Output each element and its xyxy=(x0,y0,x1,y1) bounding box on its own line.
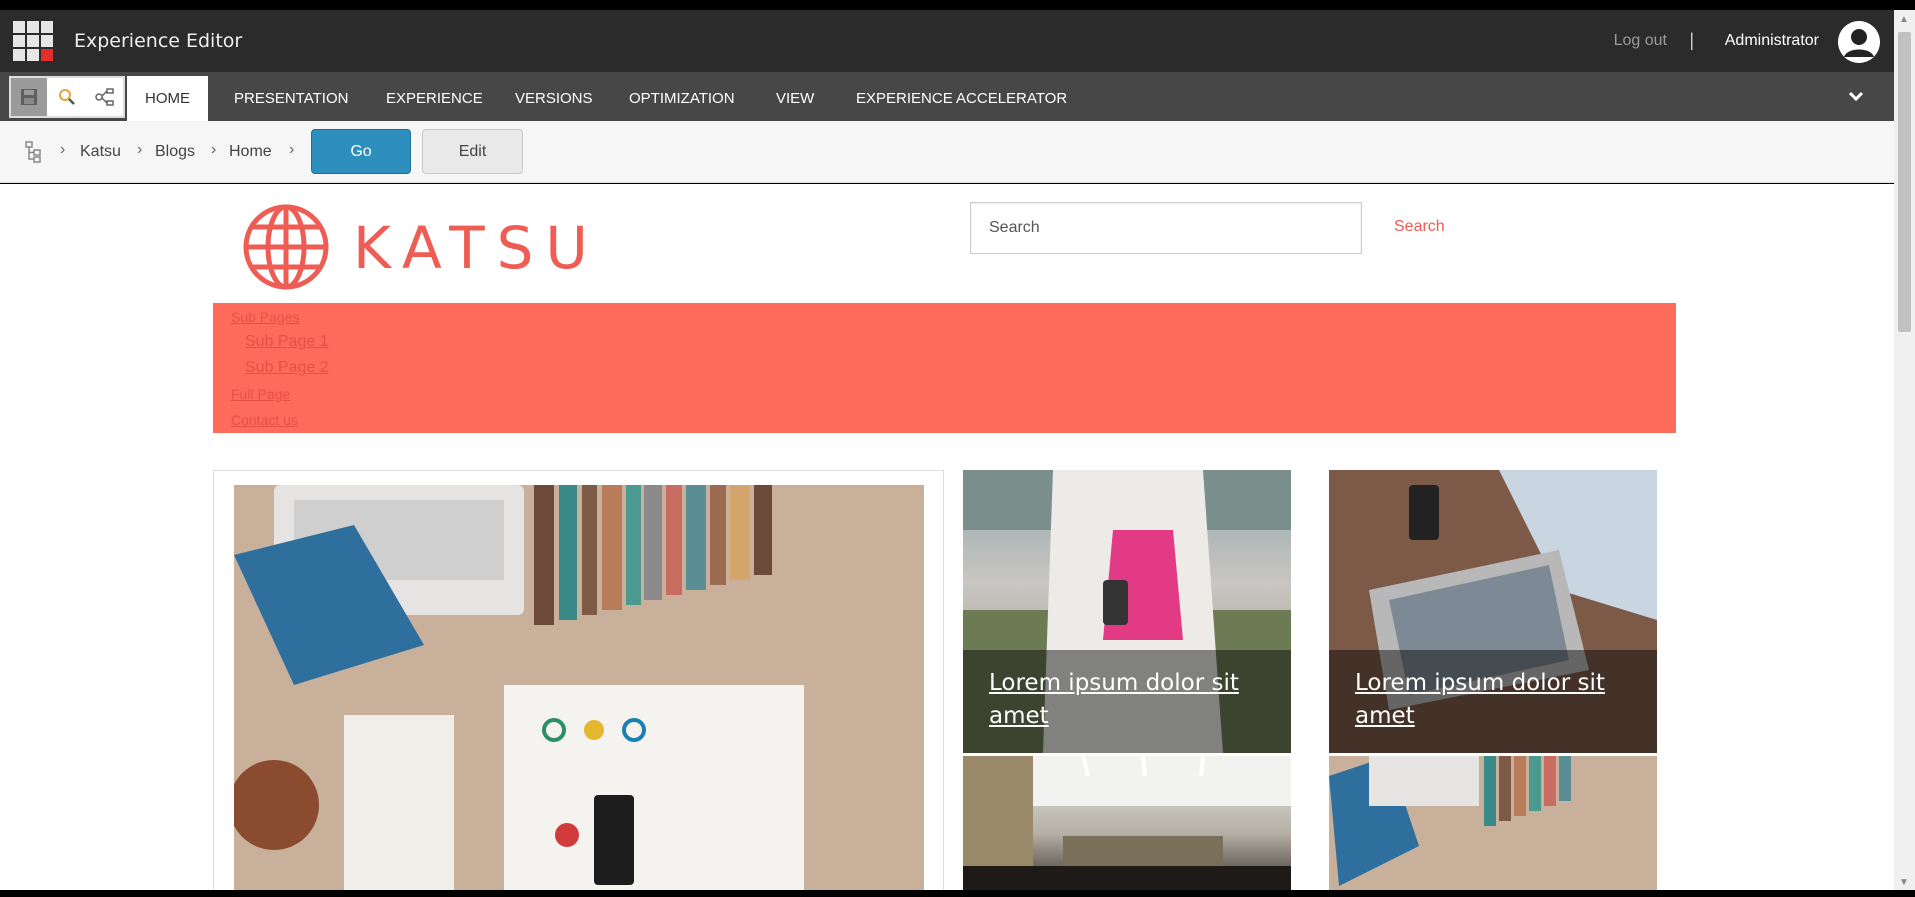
user-icon xyxy=(1838,21,1880,63)
blog-tile-image[interactable] xyxy=(963,756,1291,890)
nav-item-sub-page-1[interactable]: Sub Page 1 xyxy=(245,333,329,351)
tab-experience[interactable]: EXPERIENCE xyxy=(368,76,501,121)
share-nodes-icon xyxy=(95,88,114,106)
avatar[interactable] xyxy=(1838,21,1880,63)
chevron-down-icon[interactable] xyxy=(1846,86,1866,106)
tab-presentation[interactable]: PRESENTATION xyxy=(216,76,366,121)
breadcrumb-item-katsu[interactable]: Katsu xyxy=(80,143,121,161)
blog-tile[interactable]: Lorem ipsum dolor sit amet xyxy=(1329,470,1657,753)
divider: | xyxy=(1689,30,1694,50)
search-input[interactable] xyxy=(970,202,1362,254)
breadcrumb-item-home[interactable]: Home xyxy=(229,143,272,161)
nav-item-sub-page-2[interactable]: Sub Page 2 xyxy=(245,359,329,377)
search-button[interactable] xyxy=(49,78,85,116)
breadcrumb: › Katsu › Blogs › Home › Go Edit xyxy=(0,121,1894,183)
top-bar: Experience Editor Log out | Administrato… xyxy=(0,10,1894,72)
user-name[interactable]: Administrator xyxy=(1725,32,1819,50)
edit-button[interactable]: Edit xyxy=(422,129,523,174)
scroll-down-icon[interactable]: ▼ xyxy=(1899,877,1909,888)
chevron-right-icon: › xyxy=(60,141,66,158)
featured-image[interactable] xyxy=(234,485,924,890)
nav-item-sub-pages[interactable]: Sub Pages xyxy=(231,309,300,325)
navigation-tree-button[interactable] xyxy=(87,78,123,116)
chevron-right-icon: › xyxy=(211,141,217,158)
tile-title[interactable]: Lorem ipsum dolor sit amet xyxy=(989,667,1271,733)
logout-link[interactable]: Log out xyxy=(1614,32,1667,50)
scroll-up-icon[interactable]: ▲ xyxy=(1899,14,1909,25)
search-icon xyxy=(59,89,75,105)
save-button[interactable] xyxy=(11,78,47,116)
chevron-right-icon: › xyxy=(289,141,295,158)
main-navigation: Sub Pages Sub Page 1 Sub Page 2 Full Pag… xyxy=(213,303,1676,433)
tab-optimization[interactable]: OPTIMIZATION xyxy=(611,76,753,121)
tab-home[interactable]: HOME xyxy=(127,76,208,121)
scrollbar-thumb[interactable] xyxy=(1898,32,1911,332)
tree-icon[interactable] xyxy=(24,141,44,163)
app-title: Experience Editor xyxy=(74,30,243,52)
go-button[interactable]: Go xyxy=(311,129,411,174)
scrollbar[interactable]: ▲ ▼ xyxy=(1894,10,1915,890)
page-content: KATSU Search Sub Pages Sub Page 1 Sub Pa… xyxy=(0,184,1894,890)
search-button[interactable]: Search xyxy=(1394,218,1445,236)
blog-tile-image[interactable] xyxy=(1329,756,1657,890)
launchpad-icon[interactable] xyxy=(13,21,55,63)
chevron-right-icon: › xyxy=(137,141,143,158)
tab-experience-accelerator[interactable]: EXPERIENCE ACCELERATOR xyxy=(838,76,1085,121)
quick-access-toolbar xyxy=(9,76,125,118)
nav-item-full-page[interactable]: Full Page xyxy=(231,386,290,402)
save-icon xyxy=(21,89,37,105)
nav-item-contact-us[interactable]: Contact us xyxy=(231,412,298,428)
logo-text: KATSU xyxy=(353,214,600,282)
tab-view[interactable]: VIEW xyxy=(758,76,832,121)
blog-tile[interactable]: Lorem ipsum dolor sit amet xyxy=(963,470,1291,753)
breadcrumb-item-blogs[interactable]: Blogs xyxy=(155,143,195,161)
ribbon: HOME PRESENTATION EXPERIENCE VERSIONS OP… xyxy=(0,72,1894,121)
tab-versions[interactable]: VERSIONS xyxy=(497,76,611,121)
tile-title[interactable]: Lorem ipsum dolor sit amet xyxy=(1355,667,1637,733)
